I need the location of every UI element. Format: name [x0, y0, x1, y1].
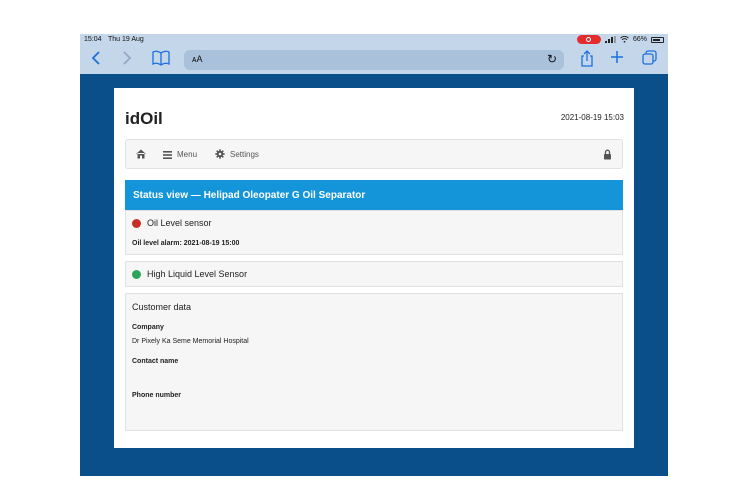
menu-button[interactable]: Menu: [163, 150, 197, 159]
hamburger-menu-icon: [163, 150, 172, 159]
screen-recording-icon[interactable]: [576, 35, 601, 44]
current-datetime: 2021-08-19 15:03: [560, 113, 624, 122]
bookmarks-book-icon[interactable]: [152, 50, 170, 71]
tablet-screen: 15:04 Thu 19 Aug 66% ᴀA ↻ idOil 2021-08-…: [80, 34, 668, 476]
share-icon[interactable]: [580, 50, 594, 72]
customer-data-panel: Customer data Company Dr Pixely Ka Seme …: [125, 293, 623, 431]
wifi-icon: [620, 36, 629, 43]
status-dot-red-icon: [132, 218, 141, 228]
gear-icon: [215, 149, 225, 159]
contact-name-label: Contact name: [132, 358, 179, 365]
company-label: Company: [132, 324, 164, 331]
battery-icon: [651, 36, 664, 43]
status-date: Thu 19 Aug: [108, 36, 144, 43]
ios-status-bar: 15:04 Thu 19 Aug 66%: [80, 34, 668, 46]
sensor-label: High Liquid Level Sensor: [147, 269, 248, 279]
home-icon[interactable]: [135, 148, 147, 160]
battery-percentage: 66%: [632, 36, 647, 43]
address-bar[interactable]: ᴀA ↻: [184, 50, 564, 70]
company-value: Dr Pixely Ka Seme Memorial Hospital: [132, 338, 249, 345]
sensor-row: Oil Level sensor: [132, 218, 212, 228]
status-view-header: Status view — Helipad Oleopater G Oil Se…: [125, 180, 623, 210]
status-time: 15:04: [84, 36, 102, 43]
oil-level-alarm-text: Oil level alarm: 2021-08-19 15:00: [132, 240, 240, 247]
menu-label: Menu: [177, 150, 198, 159]
forward-icon[interactable]: [122, 50, 132, 71]
navbar: Menu Settings: [125, 139, 623, 169]
phone-number-label: Phone number: [132, 392, 182, 399]
settings-button[interactable]: Settings: [215, 149, 259, 159]
status-dot-green-icon: [132, 269, 141, 279]
lock-icon[interactable]: [603, 149, 612, 160]
high-liquid-level-sensor-panel: High Liquid Level Sensor: [125, 261, 623, 287]
new-tab-plus-icon[interactable]: [610, 50, 624, 69]
screenshot-canvas: 15:04 Thu 19 Aug 66% ᴀA ↻ idOil 2021-08-…: [0, 0, 734, 500]
back-icon[interactable]: [91, 50, 101, 71]
settings-label: Settings: [230, 149, 259, 159]
brand-title[interactable]: idOil: [125, 109, 163, 129]
browser-toolbar: ᴀA ↻: [80, 46, 668, 74]
status-indicators: 66%: [576, 35, 664, 44]
reader-text-size-icon[interactable]: ᴀA: [192, 54, 202, 64]
sensor-row: High Liquid Level Sensor: [132, 269, 247, 279]
reload-icon[interactable]: ↻: [547, 52, 557, 66]
cellular-signal-icon: [604, 36, 616, 43]
customer-data-title: Customer data: [132, 302, 192, 312]
sensor-label: Oil Level sensor: [147, 218, 212, 228]
oil-level-sensor-panel: Oil Level sensor Oil level alarm: 2021-0…: [125, 210, 623, 255]
tabs-overview-icon[interactable]: [642, 50, 657, 70]
page-card: idOil 2021-08-19 15:03 Menu Settings Sta…: [114, 88, 634, 448]
